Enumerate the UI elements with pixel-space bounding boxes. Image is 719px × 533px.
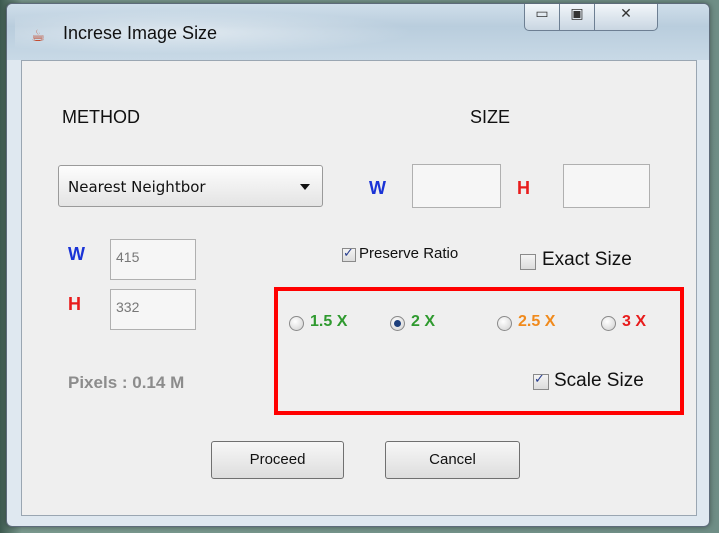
title-bar[interactable]: ☕ Increse Image Size ▭ ▣ ✕ xyxy=(7,4,709,60)
close-icon: ✕ xyxy=(620,6,632,22)
pixels-readout: Pixels : 0.14 M xyxy=(68,373,185,392)
current-height-label: H xyxy=(68,294,81,314)
current-height-field: 332 xyxy=(110,289,196,330)
current-width-label: W xyxy=(68,244,85,264)
proceed-button[interactable]: Proceed xyxy=(211,441,344,479)
scale-radio-3x[interactable] xyxy=(601,316,616,331)
preserve-ratio-checkbox[interactable] xyxy=(342,246,356,262)
target-height-label: H xyxy=(517,178,530,198)
scale-label-3x: 3 X xyxy=(622,313,647,330)
dialog-window: ☕ Increse Image Size ▭ ▣ ✕ METHOD SIZE N… xyxy=(6,3,710,527)
content-panel: METHOD SIZE Nearest Neightbor W H W 415 … xyxy=(21,60,697,516)
window-title: Increse Image Size xyxy=(63,23,218,43)
method-heading: METHOD xyxy=(62,107,140,127)
close-button[interactable]: ✕ xyxy=(594,4,658,31)
scale-radio-2-5x[interactable] xyxy=(497,316,512,331)
method-select-value: Nearest Neightbor xyxy=(68,178,206,196)
minimize-icon: ▭ xyxy=(535,6,549,22)
current-width-field: 415 xyxy=(110,239,196,280)
scale-radio-1-5x[interactable] xyxy=(289,316,304,331)
exact-size-label: Exact Size xyxy=(542,249,632,270)
exact-size-checkbox[interactable] xyxy=(520,254,536,270)
cancel-button[interactable]: Cancel xyxy=(385,441,520,479)
preserve-ratio-label: Preserve Ratio xyxy=(359,245,459,262)
scale-size-label: Scale Size xyxy=(554,370,644,391)
chevron-down-icon xyxy=(300,184,310,190)
scale-options-highlight xyxy=(274,287,684,415)
scale-label-2x: 2 X xyxy=(411,313,436,330)
java-icon: ☕ xyxy=(30,26,46,45)
target-width-label: W xyxy=(369,178,386,198)
scale-label-2-5x: 2.5 X xyxy=(518,313,556,330)
target-height-input[interactable] xyxy=(563,164,650,208)
size-heading: SIZE xyxy=(470,107,511,127)
maximize-icon: ▣ xyxy=(570,6,584,22)
scale-size-checkbox[interactable] xyxy=(533,372,549,390)
scale-label-1-5x: 1.5 X xyxy=(310,313,348,330)
minimize-button[interactable]: ▭ xyxy=(524,4,560,31)
method-select[interactable]: Nearest Neightbor xyxy=(58,165,323,207)
maximize-button[interactable]: ▣ xyxy=(559,4,595,31)
scale-radio-2x[interactable] xyxy=(390,316,405,331)
target-width-input[interactable] xyxy=(412,164,501,208)
